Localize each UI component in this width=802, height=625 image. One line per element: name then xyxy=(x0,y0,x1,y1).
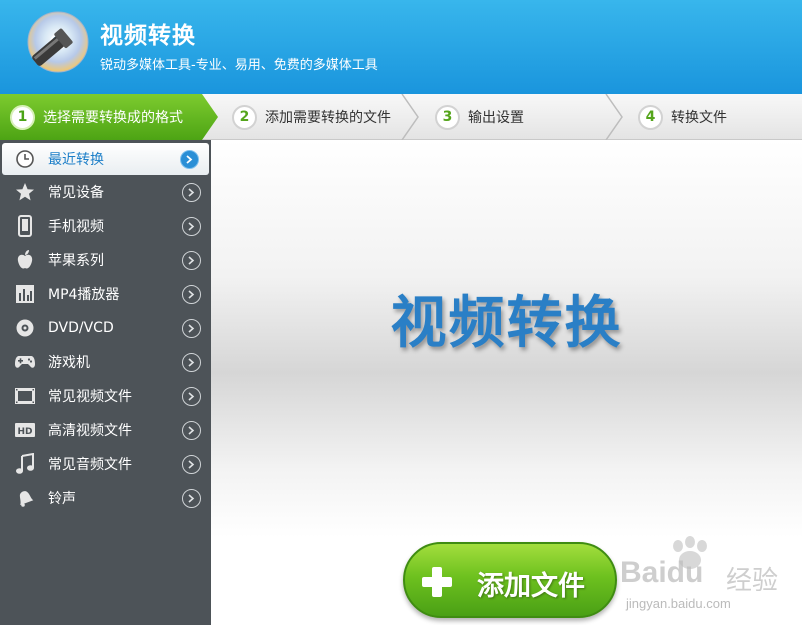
sidebar-item-common-video-files[interactable]: 常见视频文件 xyxy=(0,379,211,413)
sidebar-item-mp4-player[interactable]: MP4播放器 xyxy=(0,277,211,311)
step-1[interactable]: 1 选择需要转换成的格式 xyxy=(10,94,183,140)
star-icon xyxy=(14,181,36,203)
main-title: 视频转换 xyxy=(390,291,623,356)
chevron-right-icon xyxy=(182,488,201,508)
chevron-right-icon xyxy=(182,284,201,304)
sidebar-item-label: 手机视频 xyxy=(48,219,104,235)
sidebar-item-label: MP4播放器 xyxy=(48,287,120,303)
chevron-right-icon xyxy=(182,250,201,270)
mp4-player-icon xyxy=(14,283,36,305)
app-header: 视频转换 锐动多媒体工具-专业、易用、免费的多媒体工具 xyxy=(0,0,802,94)
sidebar-item-ringtone[interactable]: 铃声 xyxy=(0,481,211,515)
sidebar-item-label: 高清视频文件 xyxy=(48,423,132,439)
sidebar-item-label: 苹果系列 xyxy=(48,253,104,269)
film-icon xyxy=(14,385,36,407)
add-file-label: 添加文件 xyxy=(477,571,585,602)
chevron-right-icon xyxy=(180,149,199,169)
step-3[interactable]: 3 输出设置 xyxy=(435,94,524,140)
disc-icon xyxy=(14,317,36,339)
format-category-sidebar: 最近转换 常见设备 手机视频 苹果系列 MP4播放器 DVD/VCD 游戏机 常… xyxy=(0,140,211,625)
clock-icon xyxy=(14,148,36,170)
music-note-icon xyxy=(14,453,36,475)
phone-icon xyxy=(14,215,36,237)
sidebar-item-label: 常见音频文件 xyxy=(48,457,132,473)
sidebar-item-label: 铃声 xyxy=(48,491,76,507)
flashlight-disc-icon xyxy=(27,11,89,73)
chevron-right-icon xyxy=(182,386,201,406)
chevron-right-icon xyxy=(182,182,201,202)
chevron-right-icon xyxy=(182,318,201,338)
hd-icon: HD xyxy=(14,419,36,441)
step-number: 3 xyxy=(435,104,460,130)
step-label: 输出设置 xyxy=(468,110,524,126)
apple-icon xyxy=(14,249,36,271)
sidebar-item-apple-series[interactable]: 苹果系列 xyxy=(0,243,211,277)
step-label: 选择需要转换成的格式 xyxy=(43,110,183,126)
plus-icon xyxy=(422,567,452,597)
add-file-button[interactable]: 添加文件 xyxy=(403,542,617,618)
sidebar-item-common-devices[interactable]: 常见设备 xyxy=(0,175,211,209)
gamepad-icon xyxy=(14,351,36,373)
sidebar-item-label: DVD/VCD xyxy=(48,320,114,336)
sidebar-item-label: 游戏机 xyxy=(48,355,90,371)
sidebar-item-phone-video[interactable]: 手机视频 xyxy=(0,209,211,243)
chevron-right-icon xyxy=(182,352,201,372)
sidebar-item-dvd-vcd[interactable]: DVD/VCD xyxy=(0,311,211,345)
step-label: 添加需要转换的文件 xyxy=(265,110,391,126)
step-2[interactable]: 2 添加需要转换的文件 xyxy=(232,94,391,140)
sidebar-item-recent[interactable]: 最近转换 xyxy=(2,143,209,175)
sidebar-item-hd-video-files[interactable]: HD 高清视频文件 xyxy=(0,413,211,447)
watermark-url: jingyan.baidu.com xyxy=(626,596,731,611)
sidebar-item-game-console[interactable]: 游戏机 xyxy=(0,345,211,379)
step-4[interactable]: 4 转换文件 xyxy=(638,94,727,140)
sidebar-item-label: 常见视频文件 xyxy=(48,389,132,405)
svg-text:HD: HD xyxy=(17,427,32,437)
step-number: 1 xyxy=(10,104,35,130)
watermark-brand: Baidu xyxy=(620,556,704,589)
sidebar-item-label: 最近转换 xyxy=(48,152,104,168)
chevron-right-icon xyxy=(182,420,201,440)
step-number: 2 xyxy=(232,104,257,130)
watermark-suffix: 经验 xyxy=(726,566,779,596)
step-number: 4 xyxy=(638,104,663,130)
bell-icon xyxy=(14,487,36,509)
sidebar-item-label: 常见设备 xyxy=(48,185,104,201)
app-title: 视频转换 xyxy=(100,23,196,49)
sidebar-item-common-audio-files[interactable]: 常见音频文件 xyxy=(0,447,211,481)
chevron-right-icon xyxy=(182,216,201,236)
chevron-right-icon xyxy=(182,454,201,474)
wizard-steps: 1 选择需要转换成的格式 2 添加需要转换的文件 3 输出设置 4 转换文件 xyxy=(0,94,802,140)
step-label: 转换文件 xyxy=(671,110,727,126)
app-subtitle: 锐动多媒体工具-专业、易用、免费的多媒体工具 xyxy=(100,58,378,73)
baidu-watermark: Baidu 经验 jingyan.baidu.com xyxy=(612,534,802,624)
